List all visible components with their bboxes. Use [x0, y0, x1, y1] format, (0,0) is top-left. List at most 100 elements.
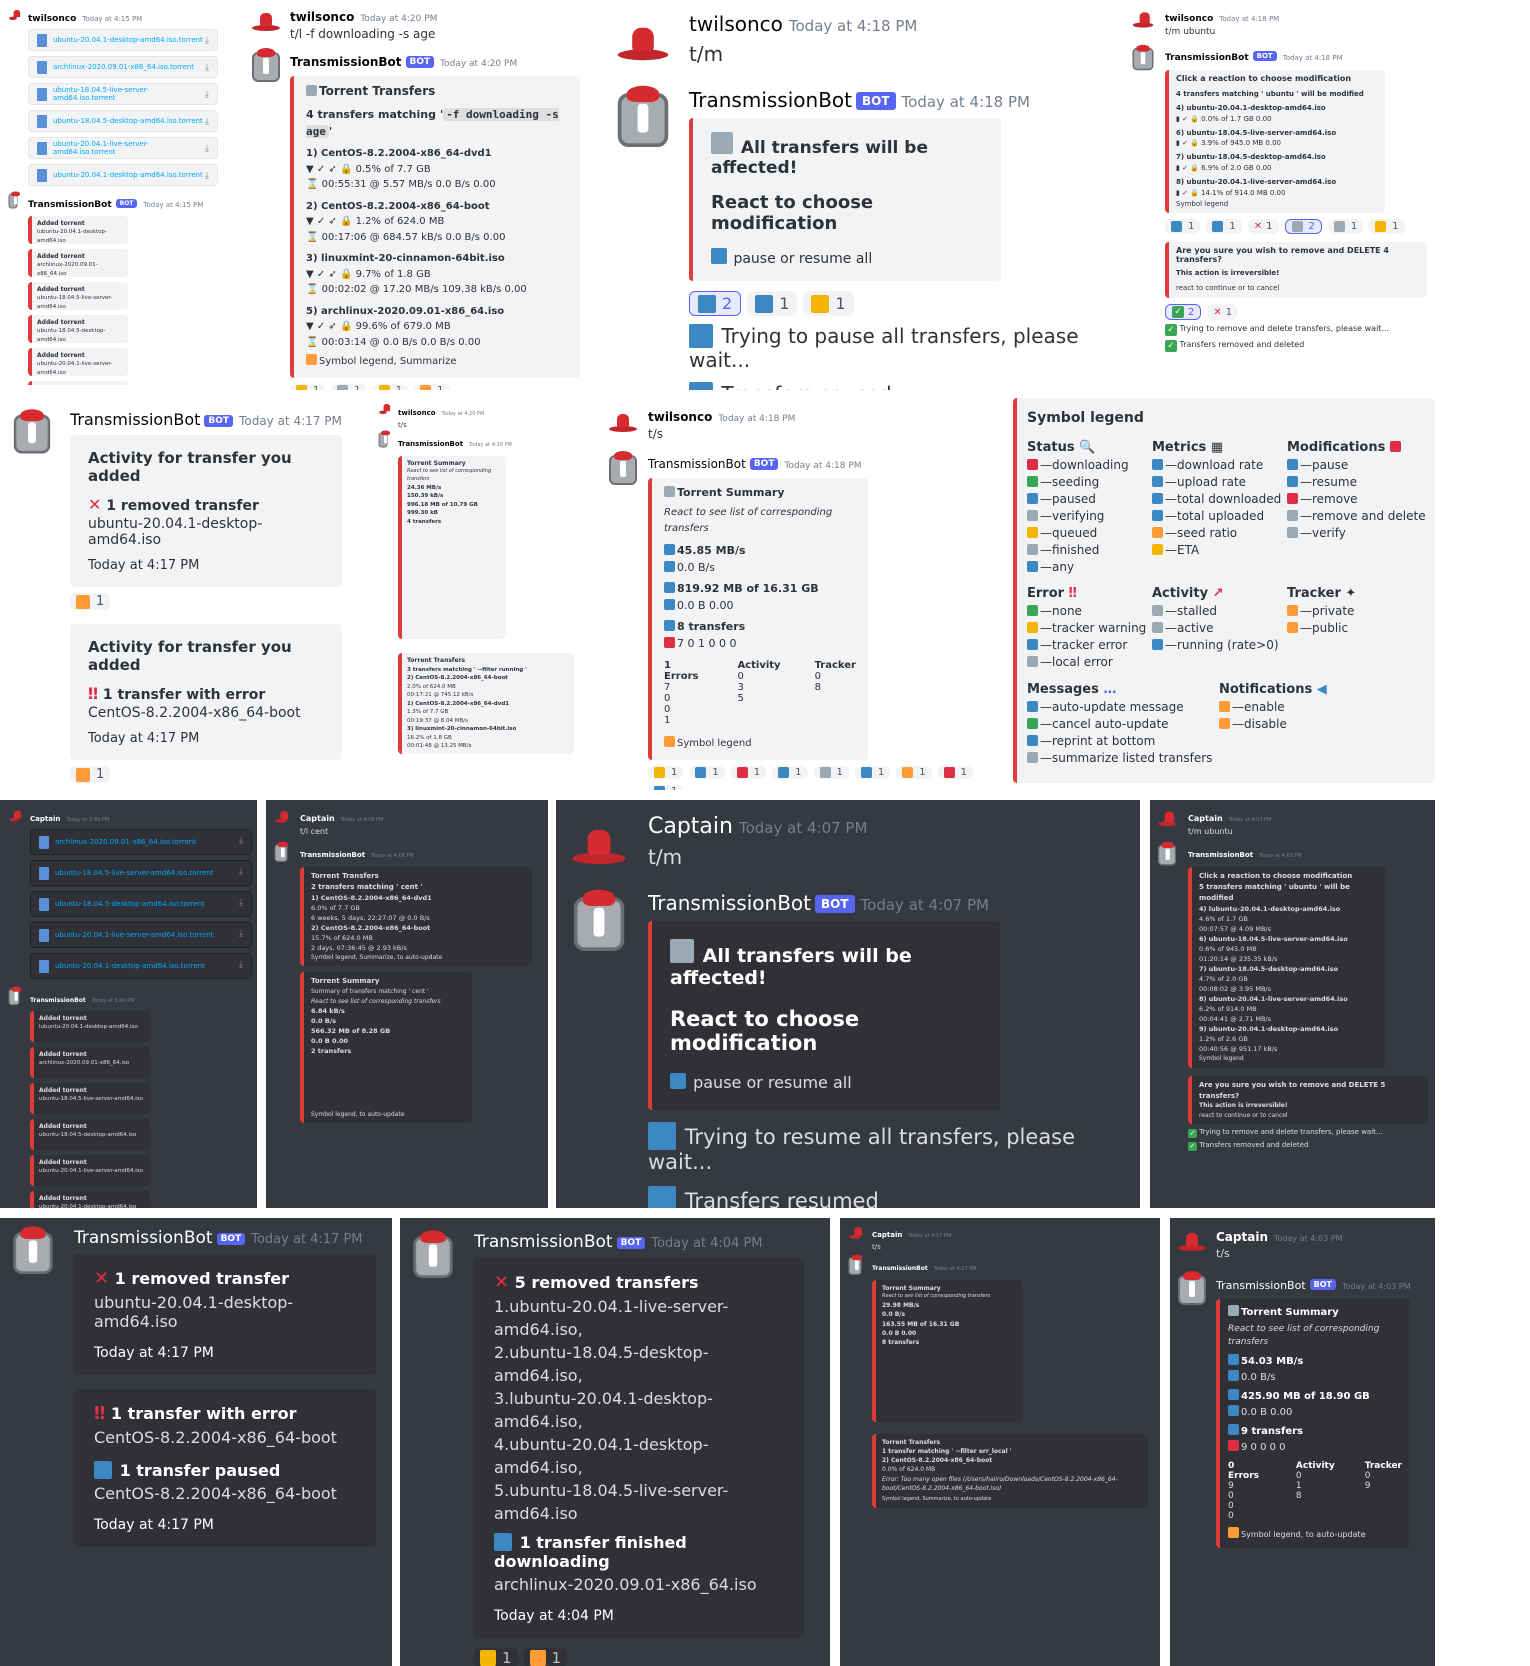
file-attachment[interactable]: ubuntu-18.04.5-desktop-amd64.iso.torrent…: [28, 110, 218, 132]
file-attachment[interactable]: ubuntu-20.04.1-desktop-amd64.iso.torrent…: [30, 953, 252, 979]
username[interactable]: twilsonco: [290, 10, 354, 24]
bot-name[interactable]: TransmissionBot: [74, 1228, 213, 1248]
bot-name[interactable]: TransmissionBot: [28, 200, 112, 210]
bot-name[interactable]: TransmissionBot: [872, 1265, 928, 1272]
reaction[interactable]: 1: [372, 383, 409, 390]
user-avatar[interactable]: [611, 12, 675, 76]
reaction[interactable]: 1: [772, 765, 808, 779]
bot-avatar[interactable]: [250, 48, 282, 83]
user-avatar[interactable]: [4, 6, 22, 24]
bot-name[interactable]: TransmissionBot: [689, 88, 852, 112]
summarize-reaction[interactable]: 1: [803, 291, 854, 316]
username[interactable]: twilsonco: [1165, 14, 1213, 24]
bot-avatar[interactable]: [408, 1230, 458, 1282]
bot-avatar[interactable]: [1154, 841, 1180, 868]
file-link[interactable]: ubuntu-20.04.1-live-server-amd64.iso.tor…: [55, 931, 213, 939]
username[interactable]: Captain: [648, 814, 733, 839]
user-avatar[interactable]: [606, 406, 640, 440]
bot-avatar[interactable]: [270, 841, 292, 864]
resume-reaction[interactable]: 1: [747, 291, 798, 316]
bot-avatar[interactable]: [8, 409, 56, 458]
username[interactable]: twilsonco: [398, 409, 436, 417]
username[interactable]: twilsonco: [648, 410, 712, 424]
user-avatar[interactable]: [844, 1222, 866, 1244]
reaction[interactable]: 1: [854, 765, 891, 779]
bot-name[interactable]: TransmissionBot: [300, 851, 365, 859]
username[interactable]: Captain: [1216, 1230, 1268, 1244]
username[interactable]: twilsonco: [689, 12, 783, 36]
user-avatar[interactable]: [1176, 1226, 1208, 1258]
notify-off-reaction[interactable]: 1: [70, 593, 111, 610]
file-link[interactable]: ubuntu-18.04.5-desktop-amd64.iso.torrent: [55, 900, 205, 908]
username[interactable]: Captain: [300, 814, 335, 823]
file-attachment[interactable]: archlinux-2020.09.01-x86_64.iso.torrent ⤓: [28, 56, 218, 78]
download-icon[interactable]: ⤓: [205, 144, 209, 154]
notify-on-reaction[interactable]: 1: [474, 1648, 518, 1666]
bot-avatar[interactable]: [4, 986, 24, 1007]
download-icon[interactable]: ⤓: [239, 929, 243, 939]
download-icon[interactable]: ⤓: [205, 63, 209, 73]
reaction[interactable]: 1: [290, 383, 326, 390]
file-link[interactable]: ubuntu-20.04.1-live-server-amd64.iso.tor…: [53, 140, 209, 156]
file-attachment[interactable]: ubuntu-20.04.1-live-server-amd64.iso.tor…: [30, 922, 252, 948]
bot-name[interactable]: TransmissionBot: [70, 410, 200, 429]
bot-name[interactable]: TransmissionBot: [1216, 1279, 1306, 1292]
cancel-reaction[interactable]: ✕ 1: [1207, 304, 1239, 321]
file-link[interactable]: ubuntu-20.04.1-desktop-amd64.iso.torrent: [53, 36, 203, 44]
reaction[interactable]: 1: [730, 765, 767, 779]
file-attachment[interactable]: ubuntu-20.04.1-desktop-amd64.iso.torrent…: [28, 164, 218, 186]
reaction[interactable]: 1: [937, 765, 973, 779]
user-avatar[interactable]: [250, 6, 282, 38]
bot-name[interactable]: TransmissionBot: [398, 440, 463, 448]
file-attachment[interactable]: archlinux-2020.09.01-x86_64.iso.torrent ⤓: [30, 829, 252, 855]
user-avatar[interactable]: [566, 814, 632, 880]
file-attachment[interactable]: ubuntu-18.04.5-live-server-amd64.iso.tor…: [28, 83, 218, 105]
username[interactable]: Captain: [30, 815, 60, 823]
file-attachment[interactable]: ubuntu-20.04.1-desktop-amd64.iso.torrent…: [28, 29, 218, 51]
download-icon[interactable]: ⤓: [205, 36, 209, 46]
reaction[interactable]: 1: [648, 784, 684, 790]
download-icon[interactable]: ⤓: [239, 836, 243, 846]
file-link[interactable]: ubuntu-18.04.5-live-server-amd64.iso.tor…: [53, 86, 209, 102]
download-icon[interactable]: ⤓: [239, 867, 243, 877]
file-attachment[interactable]: ubuntu-20.04.1-live-server-amd64.iso.tor…: [28, 137, 218, 159]
file-link[interactable]: ubuntu-20.04.1-desktop-amd64.iso.torrent: [55, 962, 205, 970]
file-link[interactable]: ubuntu-18.04.5-live-server-amd64.iso.tor…: [55, 869, 213, 877]
continue-reaction[interactable]: ✓ 2: [1165, 304, 1202, 321]
file-attachment[interactable]: ubuntu-18.04.5-live-server-amd64.iso.tor…: [30, 860, 252, 886]
reaction[interactable]: 1: [414, 383, 450, 390]
bot-avatar[interactable]: [1176, 1271, 1208, 1306]
bot-avatar[interactable]: [844, 1254, 866, 1277]
user-avatar[interactable]: [374, 400, 392, 418]
download-icon[interactable]: ⤓: [205, 90, 209, 100]
user-avatar[interactable]: [1129, 6, 1157, 34]
pause-reaction[interactable]: 1: [1165, 219, 1201, 235]
remove-reaction[interactable]: ✕ 1: [1247, 219, 1279, 235]
bot-name[interactable]: TransmissionBot: [648, 891, 811, 915]
bot-avatar[interactable]: [611, 85, 675, 152]
notify-off-reaction[interactable]: 1: [523, 1648, 568, 1666]
notify-off-reaction[interactable]: 1: [70, 766, 111, 783]
file-attachment[interactable]: ubuntu-18.04.5-desktop-amd64.iso.torrent…: [30, 891, 252, 917]
download-icon[interactable]: ⤓: [205, 171, 209, 181]
bot-avatar[interactable]: [4, 191, 22, 210]
user-avatar[interactable]: [1154, 806, 1180, 832]
reaction[interactable]: 1: [648, 765, 684, 779]
bot-avatar[interactable]: [8, 1226, 58, 1278]
file-link[interactable]: archlinux-2020.09.01-x86_64.iso.torrent: [55, 838, 196, 846]
reaction[interactable]: 1: [331, 383, 367, 390]
delete-reaction[interactable]: 2: [1284, 219, 1322, 235]
user-avatar[interactable]: [4, 806, 24, 826]
bot-name[interactable]: TransmissionBot: [648, 457, 746, 471]
username[interactable]: twilsonco: [28, 14, 76, 24]
bot-name[interactable]: TransmissionBot: [30, 997, 86, 1004]
bot-name[interactable]: TransmissionBot: [1165, 53, 1249, 63]
verify-reaction[interactable]: 1: [1327, 219, 1364, 235]
bot-name[interactable]: TransmissionBot: [290, 55, 402, 69]
summarize-reaction[interactable]: 1: [1369, 219, 1405, 235]
bot-avatar[interactable]: [606, 451, 640, 487]
user-avatar[interactable]: [270, 806, 292, 828]
bot-avatar[interactable]: [566, 889, 632, 957]
bot-name[interactable]: TransmissionBot: [474, 1232, 613, 1252]
username[interactable]: Captain: [1188, 814, 1223, 823]
